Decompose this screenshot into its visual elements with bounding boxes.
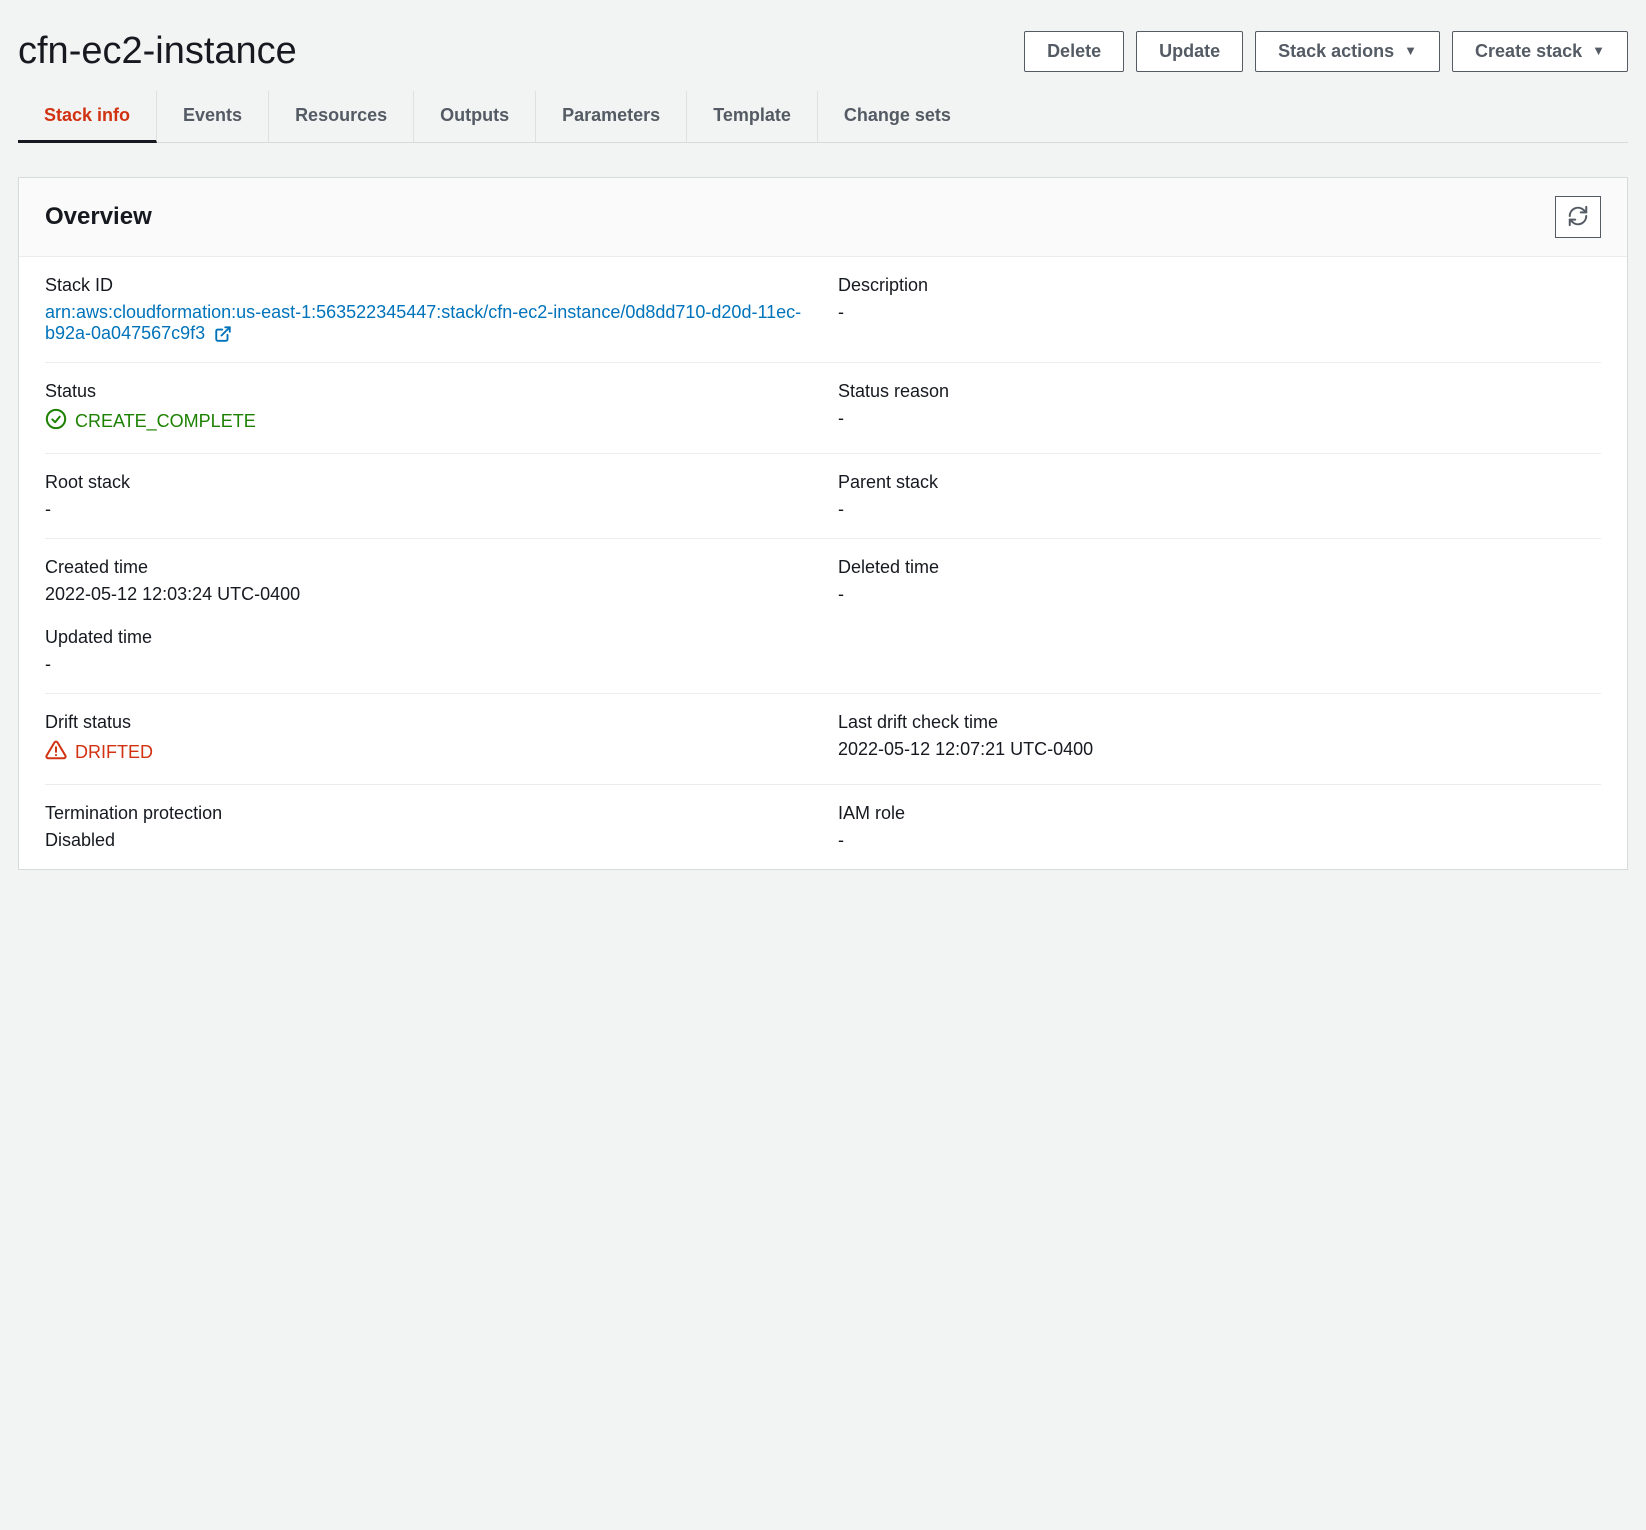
last-drift-check-label: Last drift check time	[838, 712, 1601, 733]
updated-time-value: -	[45, 654, 808, 675]
external-link-icon	[214, 325, 232, 343]
description-label: Description	[838, 275, 1601, 296]
tab-template[interactable]: Template	[687, 91, 818, 142]
stack-id-label: Stack ID	[45, 275, 808, 296]
row-root-stack: Root stack - Parent stack -	[45, 454, 1601, 539]
row-stack-id: Stack ID arn:aws:cloudformation:us-east-…	[45, 257, 1601, 363]
row-times: Created time 2022-05-12 12:03:24 UTC-040…	[45, 539, 1601, 694]
overview-header: Overview	[19, 178, 1627, 257]
termination-protection-label: Termination protection	[45, 803, 808, 824]
last-drift-check-value: 2022-05-12 12:07:21 UTC-0400	[838, 739, 1601, 760]
create-stack-button[interactable]: Create stack ▼	[1452, 31, 1628, 72]
header-actions: Delete Update Stack actions ▼ Create sta…	[1024, 31, 1628, 72]
check-circle-icon	[45, 408, 67, 435]
updated-time-label: Updated time	[45, 627, 808, 648]
iam-role-value: -	[838, 830, 1601, 851]
refresh-icon	[1567, 205, 1589, 230]
status-value: CREATE_COMPLETE	[45, 408, 808, 435]
tab-stack-info[interactable]: Stack info	[18, 91, 157, 143]
created-time-value: 2022-05-12 12:03:24 UTC-0400	[45, 584, 808, 605]
deleted-time-label: Deleted time	[838, 557, 1601, 578]
created-time-label: Created time	[45, 557, 808, 578]
description-value: -	[838, 302, 1601, 323]
row-status: Status CREATE_COMPLETE Status reason -	[45, 363, 1601, 454]
caret-down-icon: ▼	[1404, 43, 1417, 60]
stack-id-value[interactable]: arn:aws:cloudformation:us-east-1:5635223…	[45, 302, 808, 344]
status-reason-label: Status reason	[838, 381, 1601, 402]
termination-protection-value: Disabled	[45, 830, 808, 851]
update-button[interactable]: Update	[1136, 31, 1243, 72]
page-header: cfn-ec2-instance Delete Update Stack act…	[18, 18, 1628, 81]
deleted-time-value: -	[838, 584, 1601, 605]
refresh-button[interactable]	[1555, 196, 1601, 238]
overview-title: Overview	[45, 203, 152, 231]
drift-status-value: DRIFTED	[45, 739, 808, 766]
tab-outputs[interactable]: Outputs	[414, 91, 536, 142]
row-drift: Drift status DRIFTED Last drift check ti…	[45, 694, 1601, 785]
tab-events[interactable]: Events	[157, 91, 269, 142]
delete-button[interactable]: Delete	[1024, 31, 1124, 72]
overview-grid: Stack ID arn:aws:cloudformation:us-east-…	[19, 257, 1627, 869]
warning-triangle-icon	[45, 739, 67, 766]
root-stack-value: -	[45, 499, 808, 520]
tab-change-sets[interactable]: Change sets	[818, 91, 977, 142]
status-label: Status	[45, 381, 808, 402]
parent-stack-value: -	[838, 499, 1601, 520]
parent-stack-label: Parent stack	[838, 472, 1601, 493]
root-stack-label: Root stack	[45, 472, 808, 493]
stack-actions-button[interactable]: Stack actions ▼	[1255, 31, 1440, 72]
drift-status-label: Drift status	[45, 712, 808, 733]
overview-panel: Overview Stack ID arn:aws:cloudformation…	[18, 177, 1628, 870]
page-title: cfn-ec2-instance	[18, 30, 297, 73]
status-reason-value: -	[838, 408, 1601, 429]
tab-resources[interactable]: Resources	[269, 91, 414, 142]
tab-parameters[interactable]: Parameters	[536, 91, 687, 142]
caret-down-icon: ▼	[1592, 43, 1605, 60]
row-termination: Termination protection Disabled IAM role…	[45, 785, 1601, 869]
tabs: Stack info Events Resources Outputs Para…	[18, 91, 1628, 143]
iam-role-label: IAM role	[838, 803, 1601, 824]
